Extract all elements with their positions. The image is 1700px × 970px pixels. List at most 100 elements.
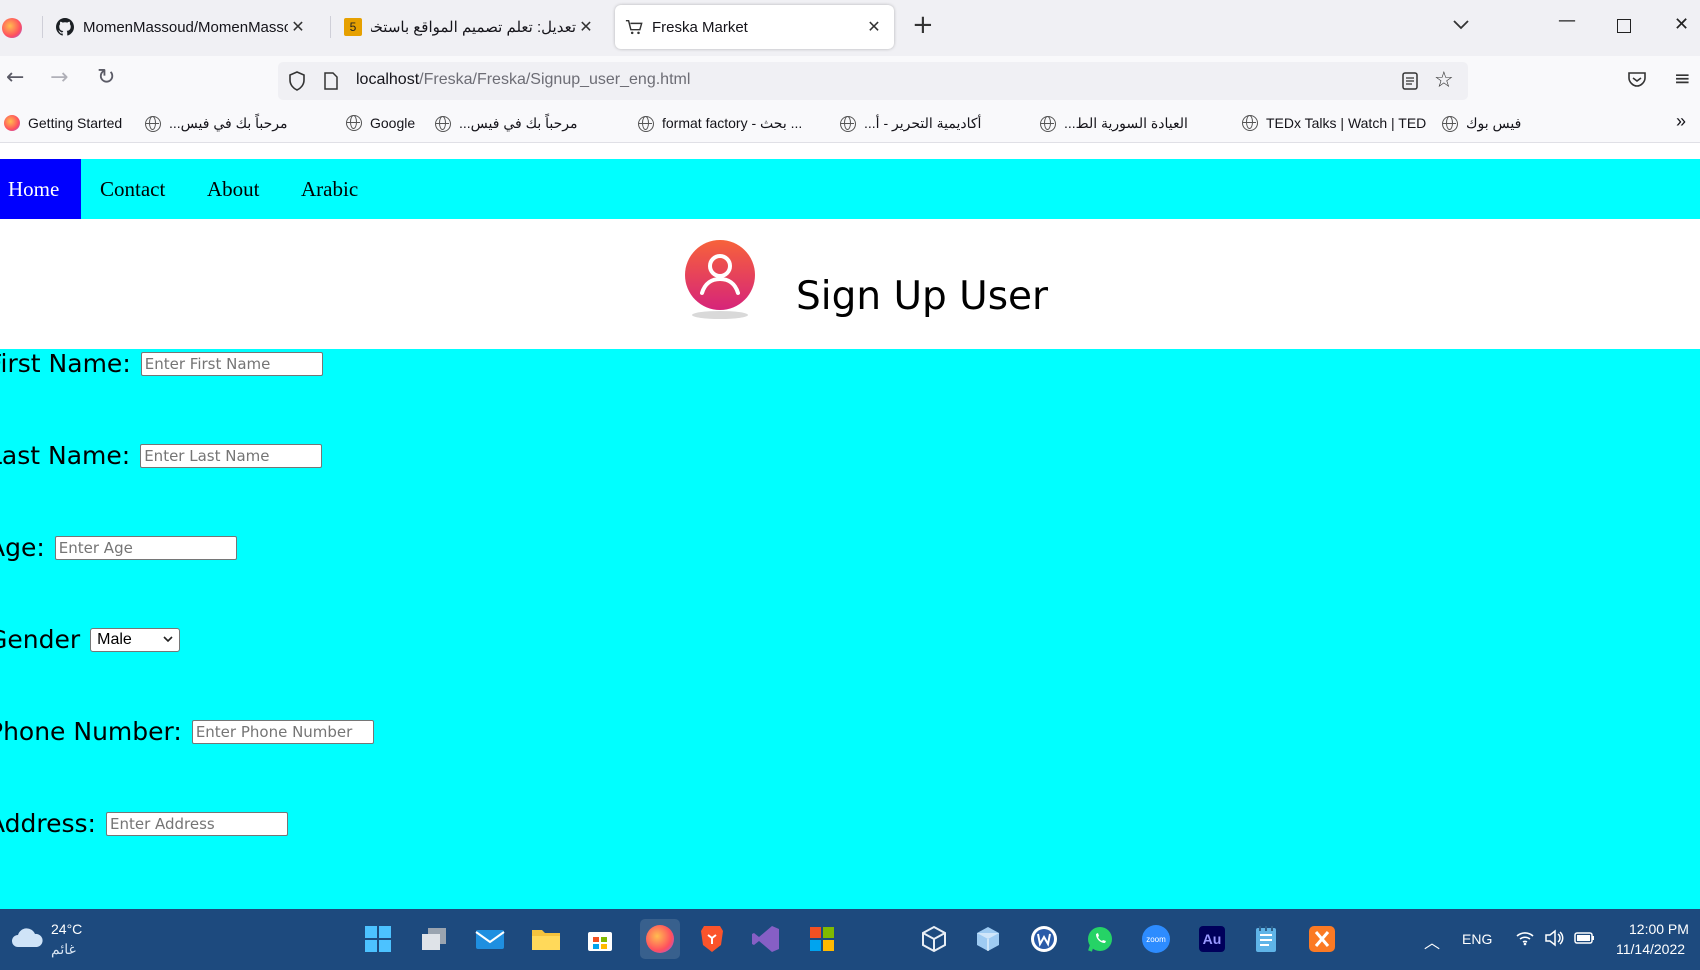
virtualbox-icon[interactable] [918,923,950,955]
firefox-icon [4,115,20,131]
clock-time[interactable]: 12:00 PM [1629,921,1689,937]
phone-input[interactable] [191,719,374,744]
address-row: Address: [0,809,288,838]
list-tabs-icon[interactable] [1452,16,1470,35]
tab-strip: MomenMassoud/MomenMassoud ✕ 5 تعديل: تعل… [0,0,1700,56]
age-input[interactable] [54,535,237,560]
globe-icon [1242,115,1258,131]
tab-title: MomenMassoud/MomenMassoud [83,18,288,36]
tab-freska-market[interactable]: Freska Market ✕ [615,5,894,49]
minimize-icon[interactable]: — [1558,10,1576,31]
more-bookmarks-icon[interactable]: » [1676,111,1686,132]
microsoft-store-icon[interactable] [584,923,616,955]
url-text[interactable]: localhost/Freska/Freska/Signup_user_eng.… [356,71,690,89]
bookmark-item[interactable]: العيادة السورية الط... [1040,115,1188,132]
new-tab-icon[interactable]: + [912,10,934,40]
page-title: Sign Up User [796,274,1049,319]
svg-text:Au: Au [1203,931,1222,947]
visual-studio-icon[interactable] [750,923,782,955]
bookmark-label: أكاديمية التحرير - أ... [864,115,982,131]
nav-about-link[interactable]: About [199,159,268,219]
task-view-icon[interactable] [418,923,450,955]
firefox-icon[interactable] [2,18,22,38]
first-name-label: First Name: [0,349,131,378]
pocket-icon[interactable] [1628,71,1646,91]
audition-icon[interactable]: Au [1196,923,1228,955]
firefox-taskbar-icon[interactable] [640,919,680,959]
bookmark-item[interactable]: فيس بوك [1442,115,1521,132]
close-window-icon[interactable]: ✕ [1674,14,1689,35]
web-page: Home Contact About Arabic Sign Up User F… [0,143,1700,909]
notepad-icon[interactable] [1250,923,1282,955]
volume-icon[interactable] [1544,929,1564,951]
nav-home-link[interactable]: Home [0,159,81,219]
nav-contact-link[interactable]: Contact [92,159,173,219]
page-icon[interactable] [324,72,338,94]
bookmark-item[interactable]: TEDx Talks | Watch | TED [1242,115,1426,131]
last-name-input[interactable] [140,443,323,468]
globe-icon [1442,115,1458,132]
bookmark-item[interactable]: format factory - بحث ... [638,115,802,132]
bookmark-label: format factory - بحث ... [662,115,803,131]
show-hidden-icons[interactable]: ︿ [1424,929,1440,953]
chevron-down-icon [163,636,173,643]
word-app-icon[interactable] [1028,923,1060,955]
close-tab-icon[interactable]: ✕ [576,17,596,37]
gender-row: Gender Male [0,625,181,654]
site-navigation: Home Contact About Arabic [0,159,1700,219]
bookmark-item[interactable]: Google [346,115,415,131]
zoom-icon[interactable]: zoom [1140,923,1172,955]
restore-icon[interactable] [1617,19,1631,33]
globe-icon [840,115,856,132]
tab-github[interactable]: MomenMassoud/MomenMassoud ✕ [46,5,318,49]
close-tab-icon[interactable]: ✕ [288,17,308,37]
language-indicator[interactable]: ENG [1462,931,1492,947]
bookmark-item[interactable]: أكاديمية التحرير - أ... [840,115,981,132]
windows-start-icon[interactable] [362,923,394,955]
file-explorer-icon[interactable] [530,923,562,955]
tab-edit-lesson[interactable]: 5 تعديل: تعلم تصميم المواقع باستخدام ✕ [334,5,606,49]
globe-icon [435,115,451,132]
url-bar[interactable]: localhost/Freska/Freska/Signup_user_eng.… [278,62,1468,100]
whatsapp-icon[interactable] [1084,923,1116,955]
reader-view-icon[interactable] [1402,72,1418,94]
menu-icon[interactable]: ≡ [1674,66,1691,90]
tab-title: تعديل: تعلم تصميم المواقع باستخدام [371,19,576,36]
tab-title: Freska Market [652,18,748,36]
bookmark-star-icon[interactable]: ☆ [1434,68,1454,93]
brave-icon[interactable] [696,923,728,955]
back-icon[interactable]: ← [6,65,24,90]
bookmark-label: TEDx Talks | Watch | TED [1266,115,1427,131]
bookmark-item[interactable]: Getting Started [4,115,122,131]
bookmark-label: Getting Started [28,115,123,131]
gender-label: Gender [0,625,81,654]
age-row: Age: [0,533,237,562]
office-icon[interactable] [806,923,838,955]
first-name-row: First Name: [0,349,323,378]
weather-widget[interactable] [10,925,44,955]
nav-arabic-link[interactable]: Arabic [293,159,366,219]
bookmark-label: العيادة السورية الط... [1064,115,1188,131]
battery-icon[interactable] [1574,930,1596,950]
cube-app-icon[interactable] [972,923,1004,955]
gender-select[interactable]: Male [90,627,181,652]
close-tab-icon[interactable]: ✕ [864,17,884,37]
user-avatar-icon [685,240,755,319]
mail-icon[interactable] [474,923,506,955]
forward-icon[interactable]: → [50,65,68,90]
clock-date[interactable]: 11/14/2022 [1616,941,1685,957]
address-label: Address: [0,809,96,838]
bookmark-item[interactable]: مرحباً بك في فيس... [435,115,578,132]
bookmark-label: مرحباً بك في فيس... [459,115,578,131]
globe-icon [1040,115,1056,132]
bookmark-item[interactable]: مرحباً بك في فيس... [145,115,288,132]
xampp-icon[interactable] [1306,923,1338,955]
address-input[interactable] [105,811,288,836]
wifi-icon[interactable] [1515,930,1535,950]
reload-icon[interactable]: ↻ [97,65,115,90]
weather-temp: 24°C [51,921,83,937]
first-name-input[interactable] [140,351,323,376]
shield-icon[interactable] [288,71,306,95]
github-icon [56,18,74,36]
taskbar: 24°C غائم zoom Au ︿ ENG 12:00 PM 11/14/2… [0,909,1700,970]
